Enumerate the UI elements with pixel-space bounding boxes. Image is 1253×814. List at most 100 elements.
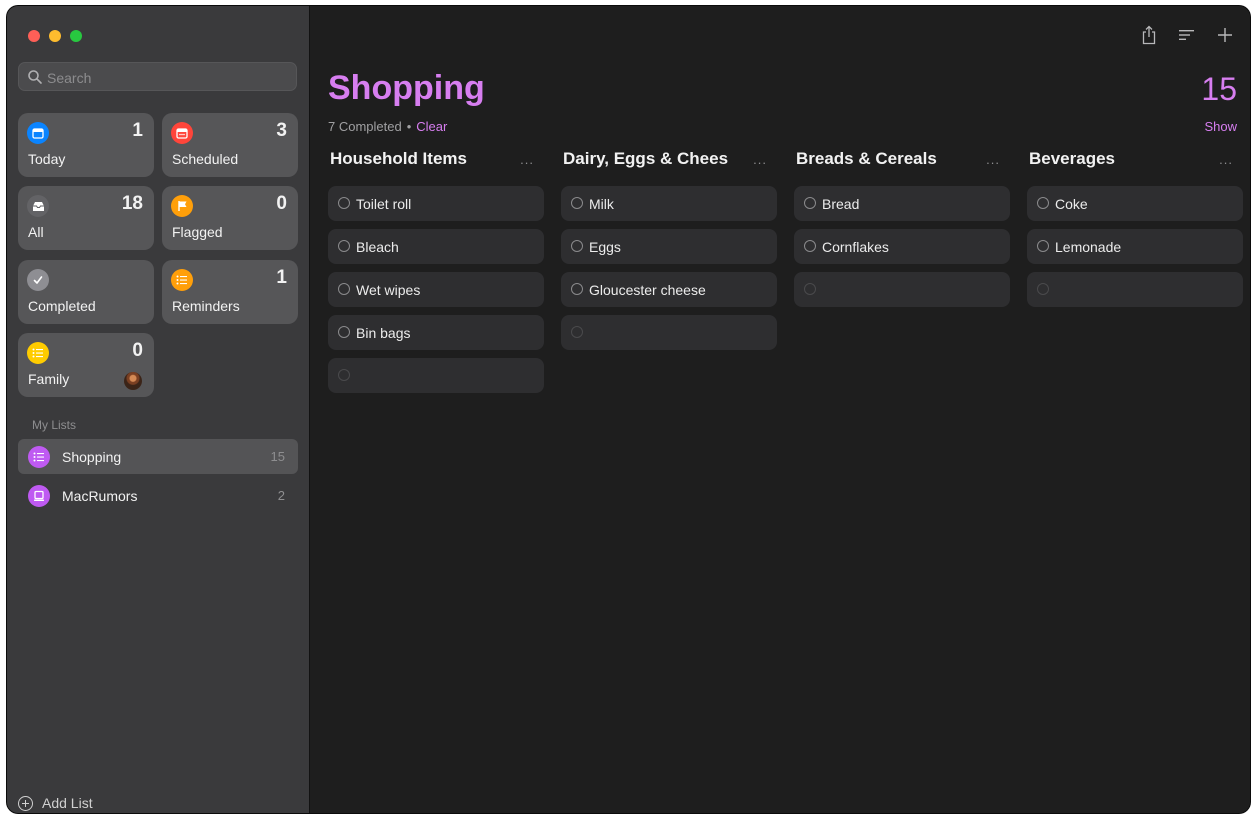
list-count: 2: [277, 488, 285, 503]
checkbox-circle-icon: [338, 369, 350, 381]
family-count: 0: [132, 340, 143, 361]
search-icon: [28, 70, 42, 84]
section-more-button[interactable]: ...: [1219, 152, 1233, 167]
checkbox-circle-icon[interactable]: [338, 197, 350, 209]
list-name: MacRumors: [62, 488, 138, 504]
minimize-window-button[interactable]: [49, 30, 61, 42]
laptop-icon: [28, 485, 50, 507]
completed-label: Completed: [28, 298, 96, 314]
calendar-grid-icon: [171, 122, 193, 144]
new-reminder-card[interactable]: [328, 358, 544, 393]
checkbox-circle-icon[interactable]: [338, 283, 350, 295]
new-reminder-card[interactable]: [561, 315, 777, 350]
reminder-card[interactable]: Bin bags: [328, 315, 544, 350]
checkbox-circle-icon[interactable]: [804, 197, 816, 209]
add-reminder-button[interactable]: [1214, 24, 1236, 46]
separator-dot: •: [406, 119, 412, 134]
checkbox-circle-icon: [1037, 283, 1049, 295]
checkbox-circle-icon[interactable]: [338, 240, 350, 252]
new-reminder-card[interactable]: [1027, 272, 1243, 307]
list-name: Shopping: [62, 449, 122, 465]
zoom-window-button[interactable]: [70, 30, 82, 42]
section-more-button[interactable]: ...: [753, 152, 767, 167]
search-input[interactable]: [45, 67, 289, 89]
reminder-card[interactable]: Bread: [794, 186, 1010, 221]
smart-list-all[interactable]: 18 All: [18, 186, 154, 250]
tray-icon: [27, 195, 49, 217]
reminder-card[interactable]: Cornflakes: [794, 229, 1010, 264]
section-more-button[interactable]: ...: [986, 152, 1000, 167]
reminder-title[interactable]: Bread: [822, 196, 859, 212]
clear-completed-button[interactable]: Clear: [416, 119, 447, 134]
smart-list-family[interactable]: 0 Family: [18, 333, 154, 397]
checkbox-circle-icon[interactable]: [571, 197, 583, 209]
section-header[interactable]: Breads & Cereals: [796, 149, 976, 169]
list-item-shopping[interactable]: Shopping 15: [18, 439, 298, 474]
list-total-count: 15: [1201, 71, 1237, 107]
reminder-card[interactable]: Bleach: [328, 229, 544, 264]
add-list-label: Add List: [42, 795, 93, 811]
reminder-card[interactable]: Coke: [1027, 186, 1243, 221]
checkbox-circle-icon[interactable]: [338, 326, 350, 338]
list-count: 15: [270, 449, 285, 464]
flagged-label: Flagged: [172, 224, 223, 240]
scheduled-count: 3: [276, 120, 287, 141]
section-header[interactable]: Beverages: [1029, 149, 1209, 169]
close-window-button[interactable]: [28, 30, 40, 42]
section-header[interactable]: Household Items: [330, 149, 510, 169]
reminder-card[interactable]: Milk: [561, 186, 777, 221]
reminder-title[interactable]: Gloucester cheese: [589, 282, 706, 298]
reminder-title[interactable]: Coke: [1055, 196, 1088, 212]
reminder-title[interactable]: Milk: [589, 196, 614, 212]
smart-list-today[interactable]: 1 Today: [18, 113, 154, 177]
list-item-macrumors[interactable]: MacRumors 2: [18, 478, 298, 513]
share-icon: [1142, 25, 1156, 45]
smart-list-scheduled[interactable]: 3 Scheduled: [162, 113, 298, 177]
show-completed-button[interactable]: Show: [1204, 119, 1237, 134]
add-circle-icon: [18, 795, 33, 811]
reminder-title[interactable]: Toilet roll: [356, 196, 411, 212]
new-reminder-card[interactable]: [794, 272, 1010, 307]
reminder-title[interactable]: Cornflakes: [822, 239, 889, 255]
section-header[interactable]: Dairy, Eggs & Chees: [563, 149, 735, 169]
reminder-title[interactable]: Lemonade: [1055, 239, 1121, 255]
checkbox-circle-icon[interactable]: [1037, 197, 1049, 209]
view-options-button[interactable]: [1176, 24, 1198, 46]
checkmark-icon: [27, 269, 49, 291]
search-field[interactable]: [18, 62, 297, 91]
reminder-title[interactable]: Bleach: [356, 239, 399, 255]
completed-summary: 7 Completed • Clear: [328, 119, 447, 134]
list-icon: [171, 269, 193, 291]
my-lists-heading: My Lists: [32, 418, 77, 432]
reminder-title[interactable]: Bin bags: [356, 325, 410, 341]
all-count: 18: [121, 193, 143, 214]
reminder-card[interactable]: Gloucester cheese: [561, 272, 777, 307]
reminders-label: Reminders: [172, 298, 240, 314]
checkbox-circle-icon[interactable]: [1037, 240, 1049, 252]
reminders-count: 1: [276, 267, 287, 288]
reminder-card[interactable]: Wet wipes: [328, 272, 544, 307]
sidebar: 1 Today 3 Scheduled 18 All 0 Flagged: [7, 6, 310, 813]
checkbox-circle-icon[interactable]: [804, 240, 816, 252]
main-content: Shopping 15 7 Completed • Clear Show House…: [310, 6, 1250, 813]
reminder-card[interactable]: Lemonade: [1027, 229, 1243, 264]
reminder-card[interactable]: Toilet roll: [328, 186, 544, 221]
reminder-title[interactable]: Wet wipes: [356, 282, 420, 298]
family-label: Family: [28, 371, 70, 387]
checkbox-circle-icon[interactable]: [571, 283, 583, 295]
share-button[interactable]: [1138, 24, 1160, 46]
list-title: Shopping: [328, 69, 485, 107]
add-list-button[interactable]: Add List: [18, 794, 93, 812]
shared-avatar: [124, 372, 142, 390]
reminder-title[interactable]: Eggs: [589, 239, 621, 255]
smart-list-reminders[interactable]: 1 Reminders: [162, 260, 298, 324]
list-icon: [27, 342, 49, 364]
smart-list-completed[interactable]: Completed: [18, 260, 154, 324]
reminder-card[interactable]: Eggs: [561, 229, 777, 264]
section-more-button[interactable]: ...: [520, 152, 534, 167]
smart-list-flagged[interactable]: 0 Flagged: [162, 186, 298, 250]
plus-icon: [1218, 28, 1232, 42]
checkbox-circle-icon[interactable]: [571, 240, 583, 252]
scheduled-label: Scheduled: [172, 151, 239, 167]
today-count: 1: [132, 120, 143, 141]
